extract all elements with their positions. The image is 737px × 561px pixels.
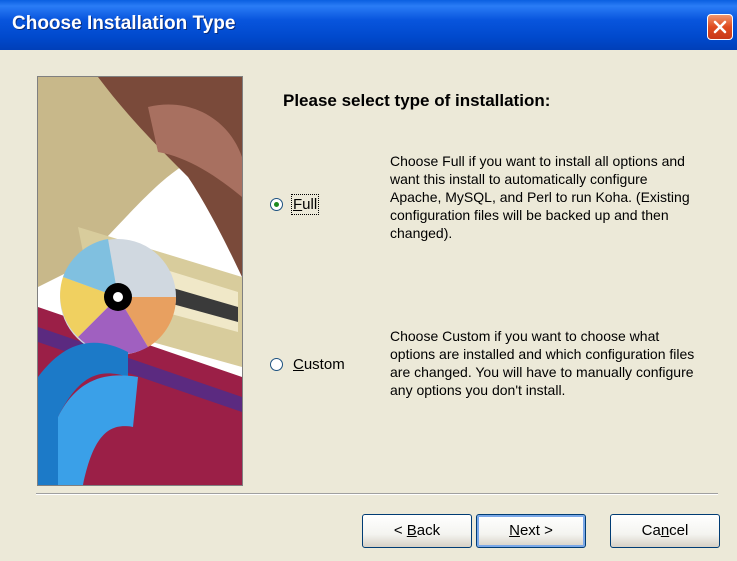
installer-banner-image (37, 76, 243, 486)
full-radio-label[interactable]: Full (290, 194, 320, 215)
close-button[interactable] (707, 14, 733, 40)
custom-radio-option[interactable]: Custom (270, 356, 345, 373)
close-icon (713, 20, 727, 34)
custom-radio-button[interactable] (270, 358, 283, 371)
custom-radio-label[interactable]: Custom (293, 356, 345, 373)
back-button[interactable]: < Back (362, 514, 472, 548)
custom-description: Choose Custom if you want to choose what… (390, 328, 695, 398)
window-title: Choose Installation Type (12, 13, 236, 34)
footer-divider (36, 493, 718, 495)
cancel-button[interactable]: Cancel (610, 514, 720, 548)
full-radio-button[interactable] (270, 198, 283, 211)
full-radio-option[interactable]: Full (270, 194, 320, 215)
full-description: Choose Full if you want to install all o… (390, 153, 690, 241)
page-heading: Please select type of installation: (283, 91, 551, 110)
next-button[interactable]: Next > (476, 514, 586, 548)
title-bar: Choose Installation Type (0, 0, 737, 50)
